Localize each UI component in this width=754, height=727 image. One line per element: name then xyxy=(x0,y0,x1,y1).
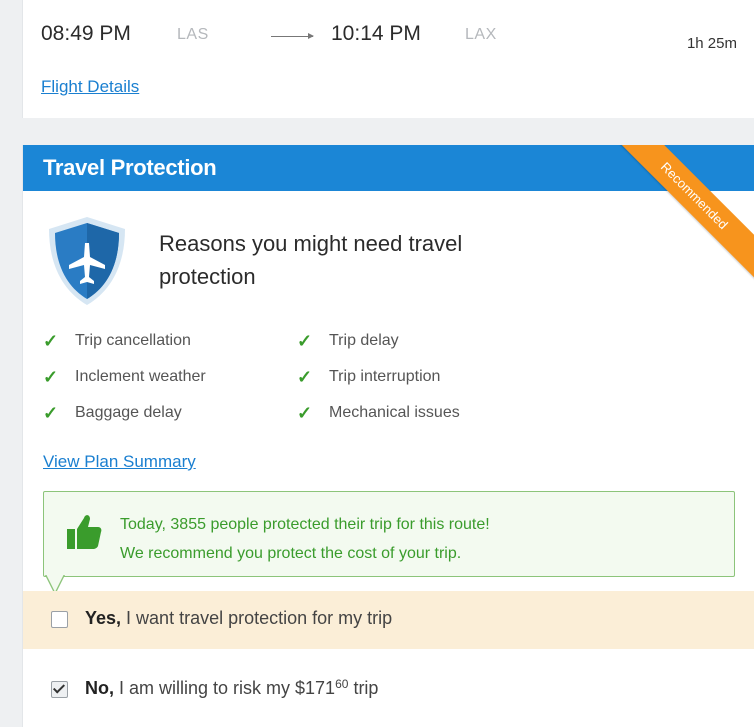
recommendation-text: Today, 3855 people protected their trip … xyxy=(120,510,490,568)
recommendation-box: Today, 3855 people protected their trip … xyxy=(43,491,735,577)
flight-card: 08:49 PM LAS 10:14 PM LAX 1h 25m Flight … xyxy=(22,0,754,118)
recommendation-line-1: Today, 3855 people protected their trip … xyxy=(120,516,490,533)
shield-plane-icon xyxy=(49,217,125,305)
view-plan-summary-link[interactable]: View Plan Summary xyxy=(43,452,196,472)
flight-duration: 1h 25m xyxy=(686,35,737,52)
checkmark-icon: ✓ xyxy=(43,403,59,423)
checkmark-icon: ✓ xyxy=(297,367,313,387)
flight-details-link[interactable]: Flight Details xyxy=(41,77,139,97)
checkmark-icon: ✓ xyxy=(43,367,59,387)
travel-protection-card: Travel Protection Recommended Reasons yo… xyxy=(22,145,754,727)
thumbs-up-icon xyxy=(67,515,102,549)
option-yes-protection[interactable]: Yes, I want travel protection for my tri… xyxy=(23,591,754,649)
arrive-airport: LAX xyxy=(465,26,497,43)
arrive-time: 10:14 PM xyxy=(331,22,421,45)
arrow-right-icon xyxy=(271,33,314,39)
checkmark-icon: ✓ xyxy=(297,331,313,351)
flight-row: 08:49 PM LAS 10:14 PM LAX 1h 25m xyxy=(41,22,754,52)
reasons-heading: Reasons you might need travel protection xyxy=(159,231,463,289)
checkmark-icon: ✓ xyxy=(297,403,313,423)
depart-airport: LAS xyxy=(177,26,209,43)
price-cents: 60 xyxy=(335,677,349,691)
recommendation-line-2: We recommend you protect the cost of you… xyxy=(120,545,462,562)
depart-time: 08:49 PM xyxy=(41,22,131,45)
travel-protection-title: Travel Protection xyxy=(43,155,217,180)
option-no-protection[interactable]: No, I am willing to risk my $17160 trip xyxy=(23,661,754,719)
recommendation-pointer-fill xyxy=(46,574,64,592)
yes-checkbox[interactable] xyxy=(51,611,68,628)
yes-label[interactable]: Yes, I want travel protection for my tri… xyxy=(85,608,392,629)
no-checkbox[interactable] xyxy=(51,681,68,698)
no-label[interactable]: No, I am willing to risk my $17160 trip xyxy=(85,677,378,699)
checkmark-icon: ✓ xyxy=(43,331,59,351)
